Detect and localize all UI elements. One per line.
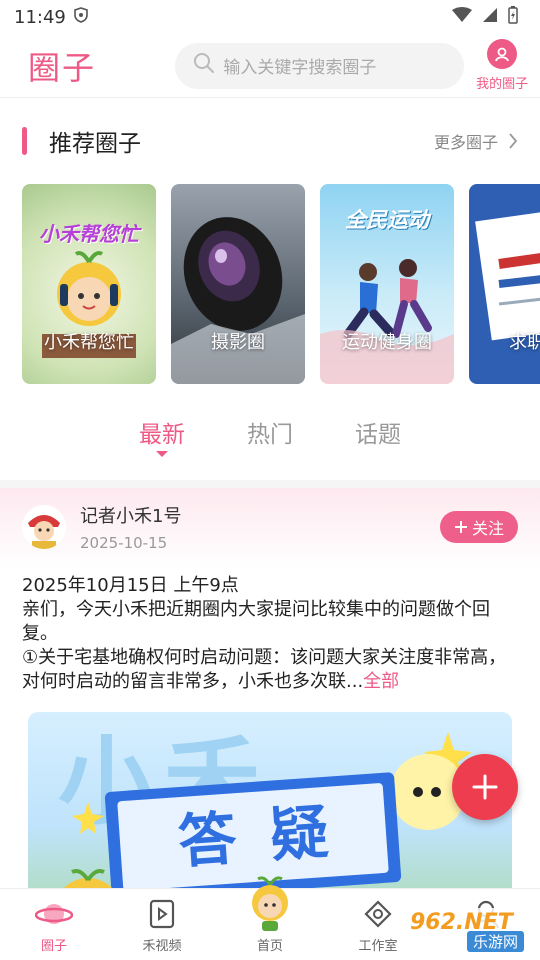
signal-icon [482,7,498,27]
tab-topics[interactable]: 话题 [355,415,401,449]
site-watermark: 962.NET 乐游网 [404,908,532,954]
post-date: 2025-10-15 [80,534,168,552]
user-circle-icon [487,39,518,69]
chevron-right-icon [509,133,518,149]
mascot-icon [248,875,292,931]
planet-icon [35,897,73,931]
mascot-illustration [42,251,136,358]
feed-tabs: 最新 热门 话题 [0,384,540,480]
avatar[interactable] [22,505,66,549]
post-author[interactable]: 记者小禾1号 [80,502,181,528]
shield-icon [74,7,88,27]
post-text: 2025年10月15日 上午9点 亲们，今天小禾把近期圈内大家提问比较集中的问题… [22,575,507,692]
card-name: 运动健身圈 [342,332,432,353]
nav-label: 圈子 [40,939,67,954]
camera-lens-illustration [171,217,305,384]
plus-icon [472,774,498,800]
search-placeholder: 输入关键字搜索圈子 [223,58,377,78]
follow-label: 关注 [471,519,504,538]
search-input[interactable]: 输入关键字搜索圈子 [175,42,465,89]
circle-card-help[interactable]: 小禾帮您忙 小禾帮您忙 [22,184,156,384]
wifi-icon [452,7,472,27]
card-name: 小禾帮您忙 [44,332,134,353]
nav-label: 首页 [256,939,283,954]
app-header: 圈子 输入关键字搜索圈子 我的圈子 [0,34,540,98]
recommended-header: 推荐圈子 更多圈子 [0,98,540,184]
nav-item-video[interactable]: 禾视频 [108,889,216,960]
circle-card-jobs[interactable]: 求职招 [469,184,540,384]
search-icon [193,52,215,79]
recommended-cards: 小禾帮您忙 小禾帮您忙 摄影圈 全民运动 运动健身圈 求职 [0,184,540,384]
nav-item-home[interactable]: 首页 [216,876,324,960]
my-circle-button[interactable]: 我的圈子 [472,39,532,92]
feed-post: 记者小禾1号 2025-10-15 关注 2025年10月15日 上午9点 亲们… [0,488,540,942]
tab-hot[interactable]: 热门 [247,415,293,449]
status-bar: 11:49 [0,0,540,34]
post-header: 记者小禾1号 2025-10-15 关注 [0,488,540,566]
watermark-subtext: 乐游网 [466,931,524,952]
circle-card-fitness[interactable]: 全民运动 运动健身圈 [320,184,454,384]
nav-item-circle[interactable]: 圈子 [0,889,108,960]
studio-icon [363,897,393,931]
nav-label: 禾视频 [142,939,182,954]
status-time: 11:49 [14,6,66,28]
page-title: 圈子 [28,48,97,87]
plus-icon [454,521,467,533]
circle-card-photo[interactable]: 摄影圈 [171,184,305,384]
more-circles-label: 更多圈子 [433,133,498,152]
follow-button[interactable]: 关注 [440,511,518,543]
nav-label: 工作室 [358,939,398,954]
card-art-text: 小禾帮您忙 [39,222,139,246]
more-circles-link[interactable]: 更多圈子 [434,129,518,153]
expand-full-link[interactable]: 全部 [363,671,399,692]
runners-illustration [320,259,454,384]
battery-icon [508,6,518,28]
banner-char: 答 [176,804,239,877]
video-icon [149,897,175,931]
section-divider [0,480,540,488]
recommended-title: 推荐圈子 [49,131,141,157]
job-poster-illustration [475,207,540,341]
my-circle-label: 我的圈子 [476,77,529,92]
card-name: 摄影圈 [211,332,265,353]
banner-char: 疑 [267,797,331,870]
add-post-button[interactable] [452,754,518,820]
card-name: 求职招 [509,332,540,353]
post-body[interactable]: 2025年10月15日 上午9点 亲们，今天小禾把近期圈内大家提问比较集中的问题… [0,566,540,694]
tab-latest[interactable]: 最新 [139,415,185,457]
section-accent-bar [22,127,27,155]
